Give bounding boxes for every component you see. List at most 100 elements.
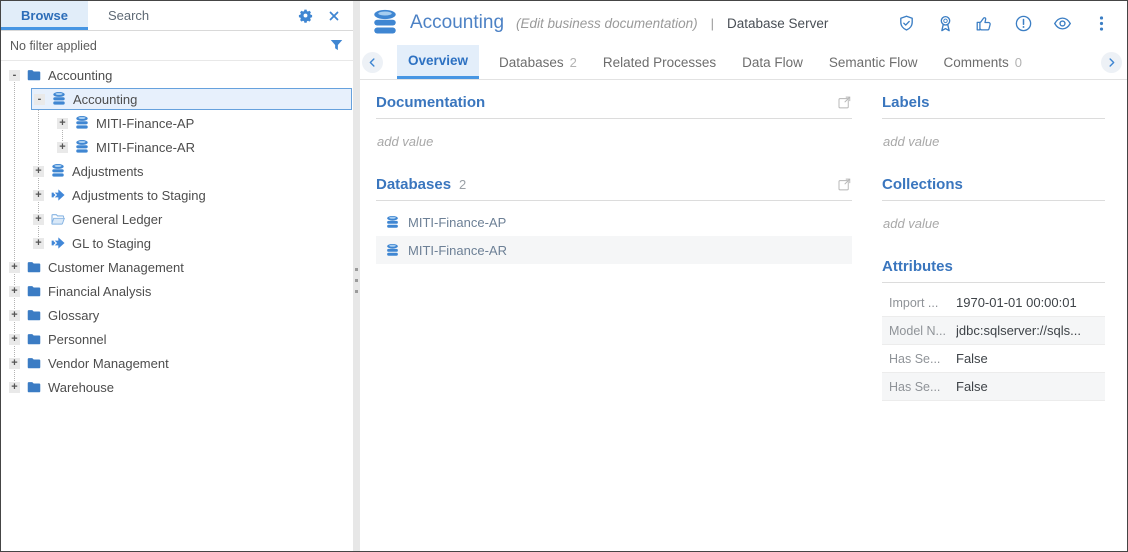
attribute-row: Import ... 1970-01-01 00:00:01 [882,289,1105,317]
tree-item-label: Accounting [73,92,137,107]
tree-expander[interactable]: + [33,190,44,201]
labels-add-value[interactable]: add value [882,119,1105,149]
tree-item-miti-finance-ap[interactable]: + MITI-Finance-AP [1,111,353,135]
tree-item-vendor-management[interactable]: + Vendor Management [1,351,353,375]
tree-expander[interactable]: + [9,382,20,393]
tab-overview[interactable]: Overview [397,45,479,79]
warning-icon[interactable] [1014,14,1033,33]
object-type-label: Database Server [727,16,828,31]
repository-browser-panel: Browse Search No filter applied - Accoun… [1,1,353,551]
tree-item-personnel[interactable]: + Personnel [1,327,353,351]
more-menu-icon[interactable] [1092,14,1111,33]
panel-splitter[interactable] [353,1,360,551]
watch-eye-icon[interactable] [1053,14,1072,33]
tree-expander[interactable]: + [57,118,68,129]
open-external-icon[interactable] [837,177,852,192]
attributes-table: Import ... 1970-01-01 00:00:01 Model N..… [882,289,1105,401]
attribute-value: False [956,379,1105,394]
attribute-row: Has Se... False [882,345,1105,373]
section-title: Documentation [376,94,485,111]
database-list: MITI-Finance-AP MITI-Finance-AR [376,208,852,264]
tab-count: 0 [1015,55,1022,70]
database-icon [74,115,90,131]
title-separator: | [711,16,714,31]
process-arrow-icon [50,235,66,251]
detail-tabbar: Overview Databases2 Related Processes Da… [360,45,1127,80]
tree-item-accounting-folder[interactable]: - Accounting [1,63,353,87]
tree-item-general-ledger[interactable]: + General Ledger [1,207,353,231]
chevron-right-icon [1105,56,1118,69]
open-external-icon[interactable] [837,95,852,110]
app-window: Browse Search No filter applied - Accoun… [0,0,1128,552]
attribute-label: Has Se... [882,380,956,394]
tree-expander[interactable]: - [9,70,20,81]
folder-icon [26,283,42,299]
tree-item-financial-analysis[interactable]: + Financial Analysis [1,279,353,303]
tab-related-processes[interactable]: Related Processes [597,45,722,79]
tab-label: Comments [943,55,1008,70]
tab-semantic-flow[interactable]: Semantic Flow [823,45,924,79]
tree-expander[interactable]: + [33,166,44,177]
folder-icon [26,67,42,83]
tabs-scroll-left-button[interactable] [362,52,383,73]
tree-expander[interactable]: - [34,94,45,105]
header-actions [897,14,1111,33]
tab-label: Data Flow [742,55,803,70]
page-title: Accounting [410,12,504,34]
browser-tabbar: Browse Search [1,1,353,31]
filter-status-text: No filter applied [10,39,97,53]
tab-search[interactable]: Search [88,1,169,30]
open-folder-icon [50,211,66,227]
tree-expander[interactable]: + [9,334,20,345]
attribute-label: Import ... [882,296,956,310]
tree-item-label: Accounting [48,68,112,83]
tree-expander[interactable]: + [33,238,44,249]
attribute-value: False [956,351,1105,366]
tree-expander[interactable]: + [9,262,20,273]
tree-item-label: GL to Staging [72,236,151,251]
tabs-scroll-right-button[interactable] [1101,52,1122,73]
edit-documentation-link[interactable]: (Edit business documentation) [516,16,698,31]
tree-expander[interactable]: + [9,358,20,369]
tree-item-glossary[interactable]: + Glossary [1,303,353,327]
shield-check-icon[interactable] [897,14,916,33]
tab-label: Databases [499,55,564,70]
collections-add-value[interactable]: add value [882,201,1105,231]
process-arrow-icon [50,187,66,203]
tab-data-flow[interactable]: Data Flow [736,45,809,79]
tree-item-adjustments-to-staging[interactable]: + Adjustments to Staging [1,183,353,207]
attribute-value: jdbc:sqlserver://sqls... [956,323,1105,338]
tree-item-warehouse[interactable]: + Warehouse [1,375,353,399]
filter-icon[interactable] [329,38,344,53]
tab-comments[interactable]: Comments 0 [937,45,1028,79]
tab-label: Overview [408,53,468,68]
tree-expander[interactable]: + [33,214,44,225]
tree-item-miti-finance-ar[interactable]: + MITI-Finance-AR [1,135,353,159]
gear-icon[interactable] [298,8,313,23]
certification-icon[interactable] [936,14,955,33]
tab-databases[interactable]: Databases2 [493,45,583,79]
close-icon[interactable] [328,10,340,22]
documentation-add-value[interactable]: add value [376,119,852,149]
attribute-value: 1970-01-01 00:00:01 [956,295,1105,310]
endorse-thumbs-up-icon[interactable] [975,14,994,33]
attributes-section: Attributes Import ... 1970-01-01 00:00:0… [882,258,1105,401]
tree-expander[interactable]: + [9,286,20,297]
tree-expander[interactable]: + [9,310,20,321]
database-list-item[interactable]: MITI-Finance-AR [376,236,852,264]
tree-expander[interactable]: + [57,142,68,153]
tree-item-label: Warehouse [48,380,114,395]
folder-icon [26,307,42,323]
side-column: Labels add value Collections add value A… [882,94,1105,551]
tree-item-label: MITI-Finance-AP [96,116,194,131]
tree-item-customer-management[interactable]: + Customer Management [1,255,353,279]
tab-browse[interactable]: Browse [1,1,88,30]
folder-icon [26,355,42,371]
database-icon [385,215,400,230]
database-icon [74,139,90,155]
tree-item-label: Personnel [48,332,107,347]
tree-item-adjustments[interactable]: + Adjustments [1,159,353,183]
tree-item-accounting-server[interactable]: - Accounting [31,88,352,110]
tree-item-gl-to-staging[interactable]: + GL to Staging [1,231,353,255]
database-list-item[interactable]: MITI-Finance-AP [376,208,852,236]
